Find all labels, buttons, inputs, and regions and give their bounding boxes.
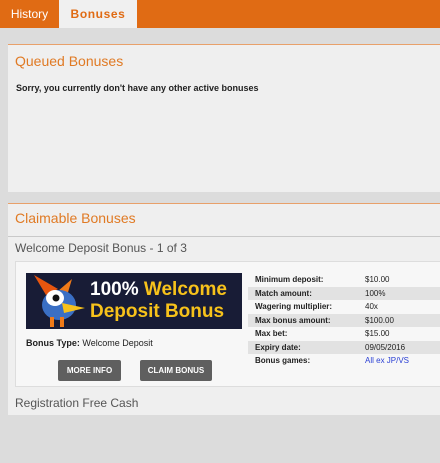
detail-label: Bonus games: — [255, 356, 311, 365]
detail-row-bonus-games: Bonus games: All ex JP/VS — [248, 354, 440, 368]
queued-bonuses-panel: Queued Bonuses Sorry, you currently don'… — [8, 44, 440, 192]
bonus-games-link[interactable]: All ex JP/VS — [365, 354, 409, 368]
detail-value: $15.00 — [365, 329, 390, 338]
detail-value: $10.00 — [365, 275, 390, 284]
detail-row-minimum-deposit: Minimum deposit: $10.00 — [248, 273, 440, 287]
detail-label: Max bet: — [255, 329, 288, 338]
bonus-type-value: Welcome Deposit — [82, 338, 153, 348]
detail-value: 100% — [365, 288, 386, 298]
bonus-heading: Welcome Deposit Bonus - 1 of 3 — [15, 241, 187, 255]
tab-history[interactable]: History — [0, 0, 59, 28]
banner-welcome: Welcome — [143, 279, 227, 300]
detail-label: Max bonus amount: — [255, 315, 331, 325]
bonus-type: Bonus Type: Welcome Deposit — [26, 338, 153, 348]
detail-row-match-amount: Match amount: 100% — [248, 286, 440, 300]
claimable-bonuses-panel: Claimable Bonuses Welcome Deposit Bonus … — [8, 203, 440, 415]
banner-headline: 100% Welcome — [90, 279, 227, 301]
detail-label: Wagering multiplier: — [255, 302, 333, 311]
bonus-details-table: Minimum deposit: $10.00 Match amount: 10… — [248, 273, 440, 368]
detail-row-expiry-date: Expiry date: 09/05/2016 — [248, 340, 440, 354]
bonus-type-label: Bonus Type: — [26, 338, 80, 348]
claimable-bonuses-title: Claimable Bonuses — [15, 210, 136, 226]
detail-label: Match amount: — [255, 288, 312, 298]
welcome-bonus-banner: 100% Welcome Deposit Bonus — [26, 273, 242, 329]
tab-bar: History Bonuses — [0, 0, 440, 28]
more-info-button[interactable]: MORE INFO — [58, 360, 121, 381]
section-divider — [8, 236, 440, 237]
tab-bonuses[interactable]: Bonuses — [59, 0, 137, 28]
detail-row-max-bonus-amount: Max bonus amount: $100.00 — [248, 313, 440, 327]
detail-value: 40x — [365, 302, 378, 311]
detail-value: $100.00 — [365, 315, 394, 325]
registration-free-cash-item[interactable]: Registration Free Cash — [15, 396, 138, 410]
queued-bonuses-title: Queued Bonuses — [15, 53, 124, 69]
claim-bonus-button[interactable]: CLAIM BONUS — [140, 360, 212, 381]
detail-row-max-bet: Max bet: $15.00 — [248, 327, 440, 341]
no-active-bonuses-message: Sorry, you currently don't have any othe… — [16, 83, 259, 93]
detail-row-wagering-multiplier: Wagering multiplier: 40x — [248, 300, 440, 314]
banner-subline: Deposit Bonus — [90, 301, 225, 322]
detail-label: Minimum deposit: — [255, 275, 324, 284]
banner-percent: 100% — [90, 279, 139, 300]
bird-mascot-icon — [34, 275, 85, 327]
detail-label: Expiry date: — [255, 342, 301, 352]
detail-value: 09/05/2016 — [365, 342, 406, 352]
